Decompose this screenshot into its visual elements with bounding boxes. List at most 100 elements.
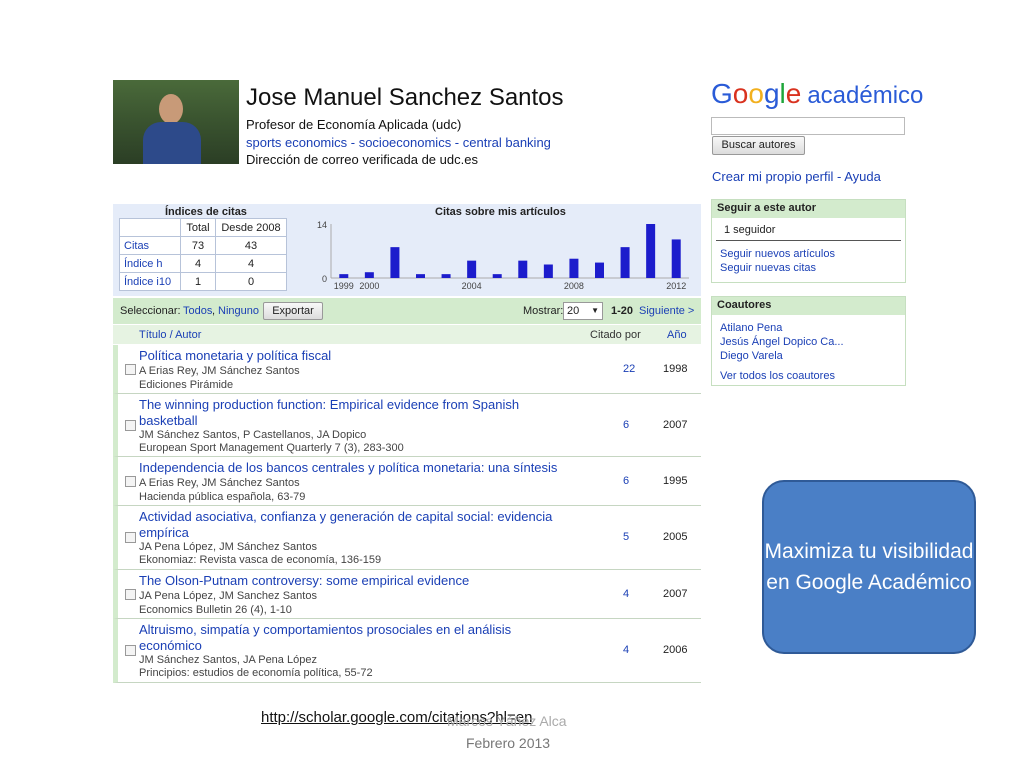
- articles-column-header: Título / Autor Citado por Año: [113, 325, 701, 344]
- article-checkbox[interactable]: [125, 420, 136, 431]
- article-source: Ekonomiaz: Revista vasca de economía, 13…: [139, 554, 382, 566]
- col-cited-sort[interactable]: Citado por: [590, 329, 641, 341]
- author-search-input[interactable]: [711, 117, 905, 135]
- range-label: 1-20: [611, 305, 634, 317]
- follow-new-articles-link[interactable]: Seguir nuevos artículos: [712, 247, 905, 261]
- citations-chart: 0 14 1999 2000 2004 2008 2012: [317, 220, 689, 291]
- next-page-link[interactable]: Siguiente >: [639, 305, 694, 317]
- article-row: Actividad asociativa, confianza y genera…: [113, 506, 701, 570]
- article-cited-by-link[interactable]: 6: [623, 475, 629, 487]
- article-authors: A Erias Rey, JM Sánchez Santos: [139, 477, 300, 489]
- chart-bar-2000: [364, 272, 374, 278]
- article-checkbox[interactable]: [125, 645, 136, 656]
- search-authors-button[interactable]: Buscar autores: [712, 136, 805, 155]
- article-source: European Sport Management Quarterly 7 (3…: [139, 442, 404, 454]
- stats-value: 1: [180, 272, 216, 291]
- export-button[interactable]: Exportar: [263, 302, 323, 320]
- google-scholar-logo[interactable]: Google académico: [711, 78, 923, 110]
- profile-tags-link[interactable]: sports economics - socioeconomics - cent…: [246, 135, 551, 150]
- article-year: 2006: [663, 644, 688, 656]
- profile-photo: [113, 80, 239, 164]
- col-year-sort[interactable]: Año: [667, 329, 687, 341]
- stats-value: 73: [180, 236, 216, 255]
- article-cited-by-link[interactable]: 22: [623, 363, 635, 375]
- follow-new-citations-link[interactable]: Seguir nuevas citas: [712, 261, 905, 275]
- coauthor-link[interactable]: Jesús Ángel Dopico Ca...: [712, 335, 905, 349]
- article-title-link[interactable]: Actividad asociativa, confianza y genera…: [139, 509, 569, 541]
- chart-x-tick-label: 2000: [359, 281, 379, 291]
- article-authors: A Erias Rey, JM Sánchez Santos: [139, 365, 300, 377]
- chart-x-tick-label: 1999: [334, 281, 354, 291]
- photo-head: [159, 94, 183, 124]
- coauthor-link[interactable]: Atilano Pena: [712, 321, 905, 335]
- show-count-select[interactable]: 20 ▼: [563, 302, 603, 320]
- callout-box: Maximiza tu visibilidad en Google Académ…: [762, 480, 976, 654]
- footer-author: Marcos Yáñez Alca: [447, 713, 567, 729]
- article-cited-by-link[interactable]: 4: [623, 644, 629, 656]
- chart-x-tick-label: 2012: [666, 281, 686, 291]
- article-title-link[interactable]: Política monetaria y política fiscal: [139, 348, 539, 364]
- articles-toolbar: Seleccionar: Todos , Ninguno Exportar Mo…: [113, 298, 701, 324]
- see-all-coauthors-link[interactable]: Ver todos los coautores: [712, 369, 905, 383]
- profile-title: Profesor de Economía Aplicada (udc): [246, 117, 462, 132]
- article-checkbox[interactable]: [125, 476, 136, 487]
- stats-label-citas[interactable]: Citas: [119, 236, 181, 255]
- stats-table: Total Desde 2008 Citas 73 43 Índice h 4 …: [119, 218, 287, 291]
- chart-bar-2004: [467, 260, 477, 278]
- logo-academic: académico: [807, 82, 924, 109]
- callout-text: Maximiza tu visibilidad en Google Académ…: [764, 540, 974, 594]
- article-title-link[interactable]: The Olson-Putnam controversy: some empir…: [139, 573, 539, 589]
- article-checkbox[interactable]: [125, 364, 136, 375]
- stats-value: 4: [180, 254, 216, 273]
- article-source: Economics Bulletin 26 (4), 1-10: [139, 604, 292, 616]
- article-row: Independencia de los bancos centrales y …: [113, 457, 701, 506]
- chart-bar-2011: [646, 224, 656, 278]
- chart-bar-2008: [569, 258, 579, 278]
- article-title-link[interactable]: The winning production function: Empiric…: [139, 397, 539, 429]
- article-cited-by-link[interactable]: 5: [623, 531, 629, 543]
- article-cited-by-link[interactable]: 4: [623, 588, 629, 600]
- chevron-down-icon: ▼: [591, 306, 599, 315]
- col-title-sort[interactable]: Título / Autor: [139, 329, 201, 341]
- article-checkbox[interactable]: [125, 532, 136, 543]
- article-row: The Olson-Putnam controversy: some empir…: [113, 570, 701, 619]
- article-year: 1995: [663, 475, 688, 487]
- article-cited-by-link[interactable]: 6: [623, 419, 629, 431]
- select-all-link[interactable]: Todos: [183, 305, 212, 317]
- photo-body: [143, 122, 201, 164]
- article-source: Ediciones Pirámide: [139, 379, 234, 391]
- profile-email: Dirección de correo verificada de udc.es: [246, 152, 478, 167]
- chart-bar-2006: [518, 260, 528, 278]
- article-authors: JA Pena López, JM Sanchez Santos: [139, 590, 317, 602]
- chart-bar-2012: [671, 239, 681, 278]
- article-title-link[interactable]: Independencia de los bancos centrales y …: [139, 460, 579, 476]
- stats-value: 4: [215, 254, 287, 273]
- chart-bar-1999: [339, 274, 349, 278]
- stats-label-i10[interactable]: Índice i10: [119, 272, 181, 291]
- show-count-value: 20: [567, 305, 580, 317]
- logo-google: Google: [711, 78, 802, 109]
- chart-y-tick-label: 14: [317, 220, 327, 230]
- chart-bar-2010: [620, 247, 630, 278]
- stats-header-since: Desde 2008: [215, 218, 287, 237]
- select-none-link[interactable]: Ninguno: [218, 305, 259, 317]
- chart-bar-2007: [543, 264, 553, 278]
- article-source: Hacienda pública española, 63-79: [139, 491, 306, 503]
- select-label: Seleccionar:: [120, 305, 181, 317]
- article-checkbox[interactable]: [125, 589, 136, 600]
- chart-bar-2009: [595, 262, 604, 278]
- article-year: 2005: [663, 531, 688, 543]
- profile-name: Jose Manuel Sanchez Santos: [246, 84, 564, 111]
- article-row: Política monetaria y política fiscal A E…: [113, 345, 701, 394]
- create-profile-link[interactable]: Crear mi propio perfil - Ayuda: [712, 169, 881, 184]
- article-authors: JM Sánchez Santos, JA Pena López: [139, 654, 317, 666]
- coauthors-title: Coautores: [712, 297, 905, 315]
- article-row: Altruismo, simpatía y comportamientos pr…: [113, 619, 701, 683]
- stats-header-blank: [119, 218, 181, 237]
- coauthor-link[interactable]: Diego Varela: [712, 349, 905, 363]
- article-title-link[interactable]: Altruismo, simpatía y comportamientos pr…: [139, 622, 539, 654]
- chart-x-tick-label: 2008: [564, 281, 584, 291]
- chart-x-tick-label: 2004: [462, 281, 482, 291]
- article-row: The winning production function: Empiric…: [113, 394, 701, 457]
- stats-label-h[interactable]: Índice h: [119, 254, 181, 273]
